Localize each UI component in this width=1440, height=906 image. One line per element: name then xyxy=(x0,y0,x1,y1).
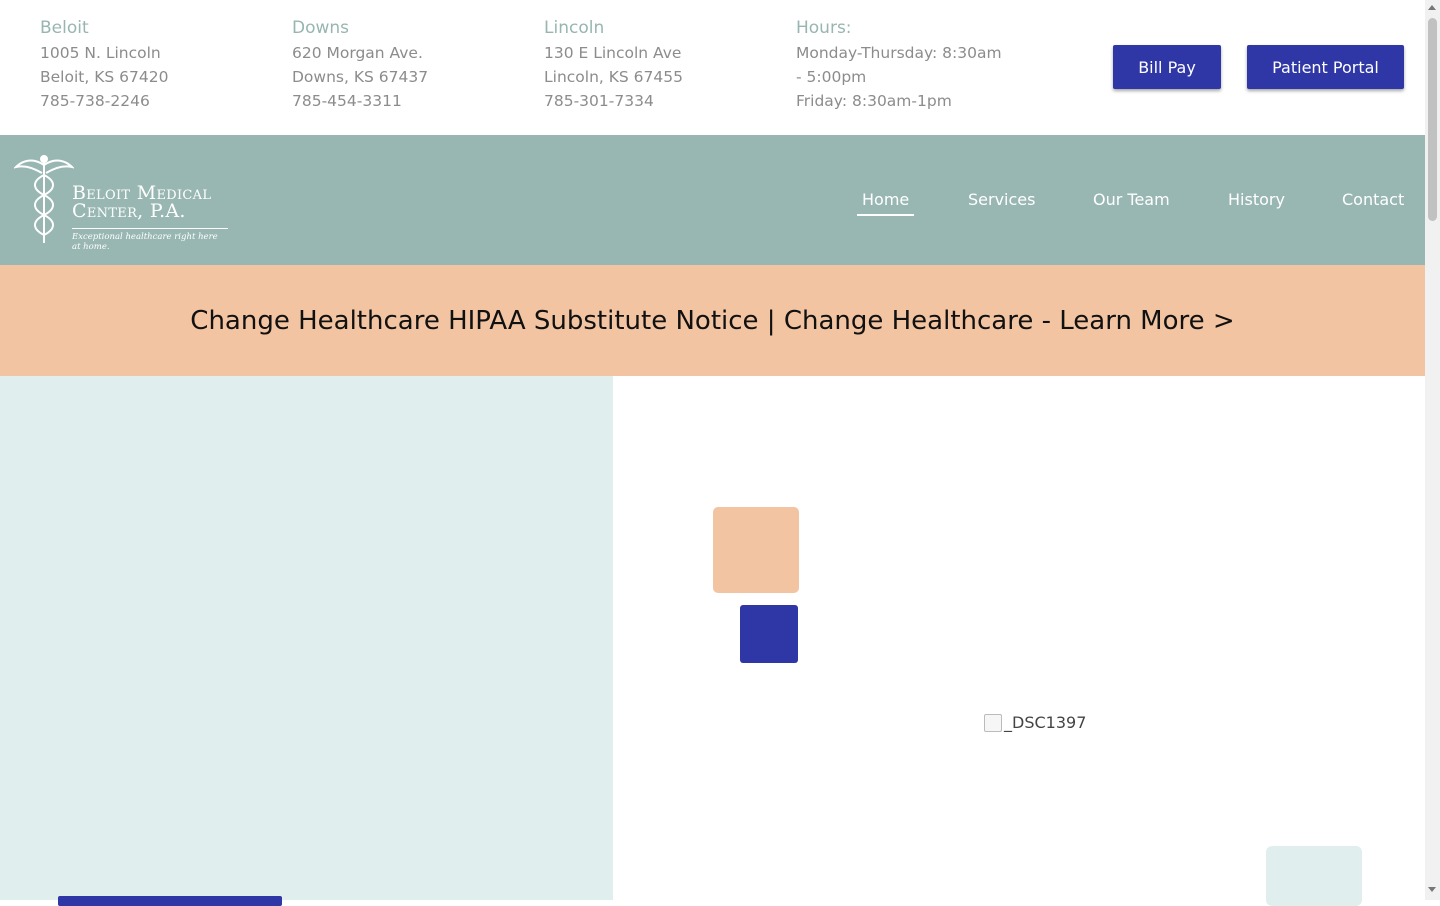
decorative-square-peach xyxy=(713,507,799,593)
location-phone[interactable]: 785-454-3311 xyxy=(292,89,428,113)
hours-block: Hours: Monday-Thursday: 8:30am - 5:00pm … xyxy=(796,16,1031,113)
location-address: 130 E Lincoln Ave xyxy=(544,44,682,62)
nav-home[interactable]: Home xyxy=(856,189,915,216)
page-scrollbar[interactable] xyxy=(1425,0,1440,900)
location-city: Downs, KS 67437 xyxy=(292,68,429,86)
hero-right-panel xyxy=(613,376,1425,900)
scroll-down-arrow-icon[interactable] xyxy=(1428,887,1436,892)
logo-text: Beloit Medical Center, P.A. Exceptional … xyxy=(72,184,228,252)
notice-banner: Change Healthcare HIPAA Substitute Notic… xyxy=(0,265,1425,376)
decorative-square-mint xyxy=(1266,846,1362,906)
nav-history[interactable]: History xyxy=(1228,189,1285,211)
main-navbar: Beloit Medical Center, P.A. Exceptional … xyxy=(0,135,1425,265)
location-name: Lincoln xyxy=(544,18,605,38)
hero-cta-button[interactable] xyxy=(58,896,282,906)
location-address: 1005 N. Lincoln xyxy=(40,44,161,62)
location-beloit: Beloit 1005 N. Lincoln Beloit, KS 67420 … xyxy=(40,16,168,113)
logo-line-2: Center, P.A. xyxy=(72,200,186,222)
location-downs: Downs 620 Morgan Ave. Downs, KS 67437 78… xyxy=(292,16,428,113)
location-city: Beloit, KS 67420 xyxy=(40,68,169,86)
hours-title: Hours: xyxy=(796,18,852,38)
hours-line: Friday: 8:30am-1pm xyxy=(796,92,952,110)
logo-tagline: Exceptional healthcare right here at hom… xyxy=(72,228,228,252)
nav-services[interactable]: Services xyxy=(968,189,1035,211)
caduceus-icon xyxy=(14,155,74,243)
location-name: Beloit xyxy=(40,18,89,38)
location-address: 620 Morgan Ave. xyxy=(292,44,423,62)
bill-pay-button[interactable]: Bill Pay xyxy=(1113,45,1221,89)
location-city: Lincoln, KS 67455 xyxy=(544,68,683,86)
top-info-bar: Beloit 1005 N. Lincoln Beloit, KS 67420 … xyxy=(0,0,1425,135)
hero-image: _DSC1397 xyxy=(984,713,1086,732)
location-lincoln: Lincoln 130 E Lincoln Ave Lincoln, KS 67… xyxy=(544,16,683,113)
patient-portal-button[interactable]: Patient Portal xyxy=(1247,45,1404,89)
scroll-up-arrow-icon[interactable] xyxy=(1428,5,1436,10)
location-phone[interactable]: 785-738-2246 xyxy=(40,89,168,113)
hero-left-panel xyxy=(0,376,613,900)
site-logo[interactable]: Beloit Medical Center, P.A. Exceptional … xyxy=(14,153,234,252)
nav-contact[interactable]: Contact xyxy=(1342,189,1404,211)
location-phone[interactable]: 785-301-7334 xyxy=(544,89,683,113)
nav-our-team[interactable]: Our Team xyxy=(1093,189,1170,211)
hours-line: Monday-Thursday: 8:30am xyxy=(796,44,1002,62)
decorative-square-blue xyxy=(740,605,798,663)
hero-image-alt: _DSC1397 xyxy=(1004,713,1087,732)
location-name: Downs xyxy=(292,18,350,38)
scroll-thumb[interactable] xyxy=(1428,18,1437,221)
notice-link[interactable]: Change Healthcare HIPAA Substitute Notic… xyxy=(190,306,1234,336)
hours-line: - 5:00pm xyxy=(796,68,867,86)
broken-image-icon xyxy=(984,713,1002,732)
